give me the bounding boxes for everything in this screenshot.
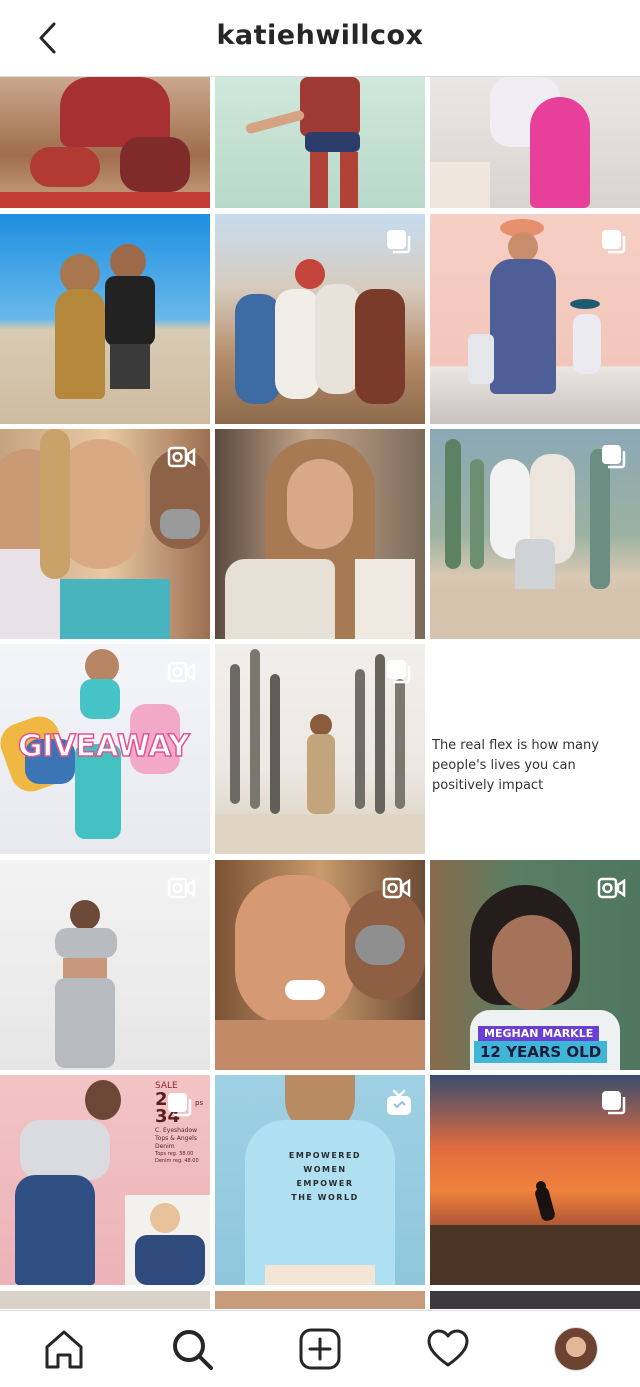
shirt-text: THE WORLD — [291, 1193, 359, 1202]
video-icon — [167, 446, 196, 468]
post-tile[interactable] — [215, 1291, 425, 1309]
ad-line: Denim — [155, 1143, 175, 1150]
caption-tag: MEGHAN MARKLE — [478, 1026, 600, 1041]
tab-search[interactable] — [170, 1327, 214, 1371]
video-icon — [597, 877, 626, 899]
posts-grid: GIVEAWAY The real flex is how many peopl… — [0, 77, 640, 1309]
post-tile[interactable] — [0, 860, 210, 1070]
post-tile[interactable] — [215, 77, 425, 208]
giveaway-overlay: GIVEAWAY — [17, 728, 190, 765]
ad-line: C. Eyeshadow — [155, 1127, 198, 1134]
ad-line: Denim reg. 48.00 — [155, 1158, 199, 1164]
post-tile[interactable] — [0, 429, 210, 639]
post-tile[interactable]: EMPOWERED WOMEN EMPOWER THE WORLD — [215, 1075, 425, 1285]
page-title: katiehwillcox — [216, 20, 424, 51]
caption-title: 12 YEARS OLD — [474, 1041, 608, 1063]
avatar — [554, 1327, 598, 1371]
ad-line: Tops reg. 38.00 — [155, 1151, 194, 1157]
tab-profile[interactable] — [554, 1327, 598, 1371]
post-tile[interactable] — [215, 860, 425, 1070]
carousel-icon — [387, 660, 411, 684]
heart-icon — [427, 1329, 469, 1367]
post-tile[interactable] — [0, 214, 210, 424]
post-tile[interactable] — [430, 1291, 640, 1309]
shirt-text: EMPOWERED — [288, 1151, 362, 1160]
post-tile[interactable]: The real flex is how many people's lives… — [430, 644, 640, 854]
quote-text: The real flex is how many people's lives… — [432, 738, 599, 793]
carousel-icon — [602, 230, 626, 254]
post-tile[interactable] — [0, 1291, 210, 1309]
video-icon — [382, 877, 411, 899]
tab-new-post[interactable] — [298, 1327, 342, 1371]
home-icon — [45, 1330, 83, 1369]
post-tile[interactable] — [430, 1075, 640, 1285]
igtv-icon — [387, 1089, 411, 1115]
post-tile[interactable] — [430, 429, 640, 639]
post-tile[interactable] — [215, 644, 425, 854]
ad-fragment: ps — [195, 1099, 204, 1107]
post-tile[interactable] — [430, 214, 640, 424]
post-tile[interactable]: MEGHAN MARKLE 12 YEARS OLD — [430, 860, 640, 1070]
ad-line: Tops & Angels — [155, 1135, 197, 1142]
search-icon — [173, 1330, 213, 1370]
post-tile[interactable] — [0, 77, 210, 208]
post-tile[interactable] — [430, 77, 640, 208]
plus-square-icon — [299, 1328, 341, 1370]
post-tile[interactable] — [215, 429, 425, 639]
video-icon — [167, 877, 196, 899]
carousel-icon — [387, 230, 411, 254]
shirt-text: EMPOWER — [296, 1179, 354, 1188]
shirt-text: WOMEN — [303, 1165, 347, 1174]
post-tile[interactable]: SALE 2 34 ps C. Eyeshadow Tops & Angels … — [0, 1075, 210, 1285]
tab-activity[interactable] — [426, 1327, 470, 1371]
post-tile[interactable] — [215, 214, 425, 424]
top-nav-bar: katiehwillcox — [0, 0, 640, 77]
post-tile[interactable]: GIVEAWAY — [0, 644, 210, 854]
tab-home[interactable] — [42, 1327, 86, 1371]
carousel-icon — [602, 1091, 626, 1115]
carousel-icon — [602, 445, 626, 469]
video-icon — [167, 661, 196, 683]
bottom-tab-bar — [0, 1310, 640, 1387]
carousel-icon — [168, 1093, 192, 1117]
